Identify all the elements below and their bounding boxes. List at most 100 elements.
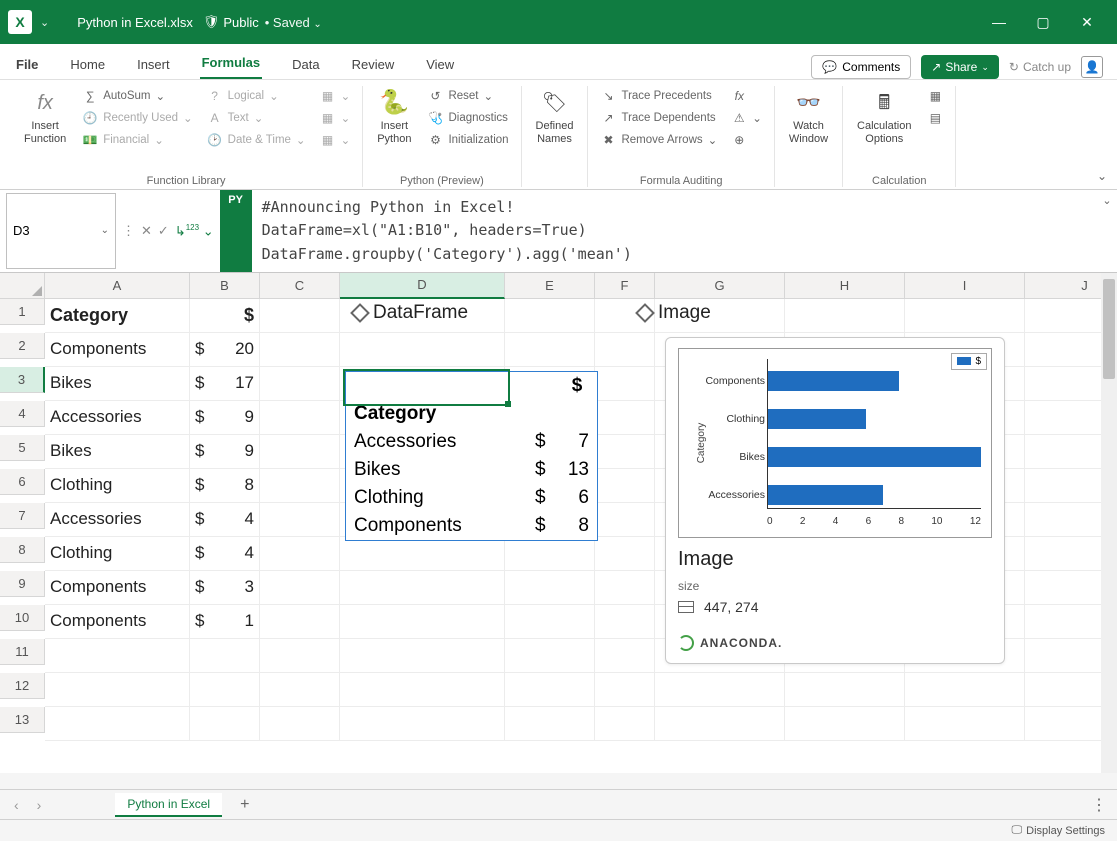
cell[interactable] (340, 571, 505, 605)
cell[interactable] (505, 673, 595, 707)
diagnostics-button[interactable]: 🩺Diagnostics (423, 108, 512, 128)
cell[interactable] (45, 673, 190, 707)
cell[interactable]: Components (45, 333, 190, 367)
add-sheet-button[interactable]: + (232, 796, 257, 814)
cell[interactable] (260, 639, 340, 673)
row-header[interactable]: 2 (0, 333, 45, 359)
cell[interactable] (595, 605, 655, 639)
row-header[interactable]: 4 (0, 401, 45, 427)
cell[interactable]: $17 (190, 367, 260, 401)
row-header[interactable]: 9 (0, 571, 45, 597)
column-header[interactable]: G (655, 273, 785, 299)
cell[interactable] (260, 435, 340, 469)
cell[interactable] (595, 367, 655, 401)
row-header[interactable]: 3 (0, 367, 45, 393)
calc-now-button[interactable]: ▦ (923, 86, 947, 106)
cell[interactable] (785, 673, 905, 707)
account-icon[interactable]: 👤 (1081, 56, 1103, 78)
autosum-button[interactable]: ∑AutoSum ⌄ (78, 86, 196, 106)
cell[interactable]: Components (45, 605, 190, 639)
cell[interactable] (340, 537, 505, 571)
cell[interactable]: $9 (190, 435, 260, 469)
sheet-more-button[interactable]: ⋮ (1091, 795, 1107, 815)
cell[interactable]: $3 (190, 571, 260, 605)
select-all-corner[interactable] (0, 273, 45, 299)
cell[interactable] (595, 707, 655, 741)
cell[interactable] (45, 707, 190, 741)
cell[interactable] (260, 469, 340, 503)
sheet-tab[interactable]: Python in Excel (115, 793, 222, 817)
text-button[interactable]: AText ⌄ (203, 108, 310, 128)
formula-text[interactable]: #Announcing Python in Excel! DataFrame=x… (252, 190, 1097, 272)
cell[interactable] (785, 707, 905, 741)
cell[interactable] (45, 639, 190, 673)
cell[interactable]: Accessories (45, 503, 190, 537)
evaluate-button[interactable]: ⊕ (727, 130, 766, 150)
more2-button[interactable]: ▦ ⌄ (316, 108, 355, 128)
tab-insert[interactable]: Insert (135, 49, 172, 79)
recently-used-button[interactable]: 🕘Recently Used ⌄ (78, 108, 196, 128)
comments-button[interactable]: 💬 Comments (811, 55, 911, 79)
cell[interactable] (655, 707, 785, 741)
fx-more-icon[interactable]: ⋮ (122, 223, 135, 239)
cell[interactable]: Category (45, 299, 190, 333)
cell[interactable] (595, 435, 655, 469)
cell[interactable] (595, 503, 655, 537)
cell[interactable] (595, 333, 655, 367)
cell[interactable] (505, 537, 595, 571)
cell[interactable] (260, 571, 340, 605)
cell[interactable] (595, 537, 655, 571)
tab-data[interactable]: Data (290, 49, 321, 79)
cancel-icon[interactable]: ✕ (141, 223, 152, 239)
sensitivity-label[interactable]: 🛡 Public (203, 14, 259, 30)
sheet-prev-button[interactable]: ‹ (10, 797, 23, 813)
more1-button[interactable]: ▦ ⌄ (316, 86, 355, 106)
dataframe-output[interactable]: $CategoryAccessories$7Bikes$13Clothing$6… (345, 371, 598, 541)
output-mode-icon[interactable]: ↳123 ⌄ (175, 223, 214, 239)
calc-sheet-button[interactable]: ▤ (923, 108, 947, 128)
cell[interactable]: $8 (190, 469, 260, 503)
cell[interactable] (340, 639, 505, 673)
expand-formula-bar[interactable]: ⌄ (1097, 190, 1117, 272)
minimize-button[interactable]: — (977, 0, 1021, 44)
cell[interactable] (260, 673, 340, 707)
cell[interactable] (190, 707, 260, 741)
image-card[interactable]: Category $ 024681012 ComponentsClothingB… (665, 337, 1005, 664)
column-header[interactable]: A (45, 273, 190, 299)
row-header[interactable]: 1 (0, 299, 45, 325)
column-header[interactable]: B (190, 273, 260, 299)
display-settings-label[interactable]: Display Settings (1026, 825, 1105, 837)
row-header[interactable]: 11 (0, 639, 45, 665)
row-header[interactable]: 6 (0, 469, 45, 495)
cell[interactable] (260, 537, 340, 571)
cell[interactable] (905, 673, 1025, 707)
close-button[interactable]: ✕ (1065, 0, 1109, 44)
cell[interactable] (340, 333, 505, 367)
cell[interactable] (260, 605, 340, 639)
accept-icon[interactable]: ✓ (158, 223, 169, 239)
logical-button[interactable]: ?Logical ⌄ (203, 86, 310, 106)
more3-button[interactable]: ▦ ⌄ (316, 130, 355, 150)
insert-python-button[interactable]: 🐍 Insert Python (371, 86, 417, 148)
cell[interactable] (905, 299, 1025, 333)
column-header[interactable]: I (905, 273, 1025, 299)
column-header[interactable]: F (595, 273, 655, 299)
error-check-button[interactable]: ⚠ ⌄ (727, 108, 766, 128)
cell[interactable] (655, 673, 785, 707)
sheet-next-button[interactable]: › (33, 797, 46, 813)
cell[interactable]: Clothing (45, 469, 190, 503)
cell[interactable] (190, 673, 260, 707)
cell[interactable]: $ (190, 299, 260, 333)
cell[interactable] (260, 503, 340, 537)
cell[interactable] (260, 367, 340, 401)
share-button[interactable]: ↗ Share ⌄ (921, 55, 999, 79)
cell[interactable] (340, 707, 505, 741)
tab-view[interactable]: View (424, 49, 456, 79)
cell[interactable] (595, 571, 655, 605)
cell[interactable] (595, 401, 655, 435)
name-box[interactable]: D3 ⌄ (6, 193, 116, 269)
cell[interactable] (785, 299, 905, 333)
trace-dependents-button[interactable]: ↗Trace Dependents (596, 108, 721, 128)
collapse-ribbon-button[interactable]: ⌄ (1097, 169, 1107, 183)
maximize-button[interactable]: ▢ (1021, 0, 1065, 44)
